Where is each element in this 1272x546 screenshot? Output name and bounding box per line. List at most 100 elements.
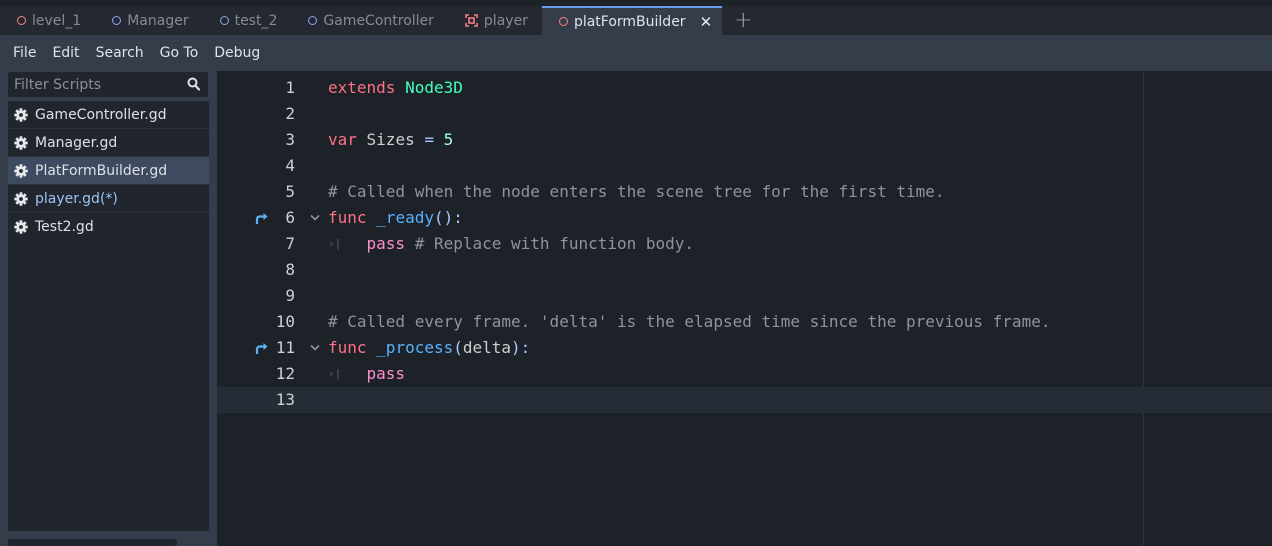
- scene-tab-label: platFormBuilder: [573, 13, 686, 30]
- code-text: func _ready():: [328, 205, 463, 231]
- code-token-cmt: # Called every frame. 'delta' is the ela…: [328, 312, 1051, 331]
- line-number: 13: [275, 390, 295, 409]
- code-line[interactable]: 3 var Sizes = 5: [217, 127, 1272, 153]
- scene-tab-manager[interactable]: Manager: [95, 6, 202, 35]
- code-token-sym: (: [453, 338, 463, 357]
- code-token-fn: _ready: [376, 208, 434, 227]
- gear-icon: [14, 163, 28, 178]
- code-token-fn: _process: [376, 338, 454, 357]
- code-token-plain: Sizes: [356, 130, 425, 149]
- menu-go-to[interactable]: Go To: [152, 45, 207, 61]
- filter-scripts-field[interactable]: [8, 72, 208, 97]
- method-override-icon[interactable]: [255, 211, 269, 225]
- code-editor[interactable]: 1 extends Node3D 2 3 var Sizes = 5 4 5 # Called…: [217, 71, 1272, 546]
- code-line[interactable]: 2: [217, 101, 1272, 127]
- gear-icon: [14, 135, 28, 150]
- code-line[interactable]: 1 extends Node3D: [217, 75, 1272, 101]
- script-list-item[interactable]: Test2.gd: [8, 213, 209, 241]
- script-list-item[interactable]: PlatFormBuilder.gd: [8, 157, 209, 185]
- line-number: 4: [285, 156, 295, 175]
- script-name: PlatFormBuilder.gd: [35, 162, 168, 179]
- scene-tab-level-1[interactable]: level_1: [0, 6, 95, 35]
- script-list-panel: GameController.gd Manager.gd PlatFormBuild…: [0, 71, 217, 546]
- script-list-item[interactable]: Manager.gd: [8, 129, 209, 157]
- menu-debug[interactable]: Debug: [206, 45, 268, 61]
- script-list-item[interactable]: GameController.gd: [8, 101, 209, 129]
- script-name: player.gd(*): [35, 190, 118, 207]
- code-line[interactable]: 4: [217, 153, 1272, 179]
- code-line[interactable]: 5 # Called when the node enters the scene…: [217, 179, 1272, 205]
- fold-arrow-icon[interactable]: [310, 344, 320, 351]
- menu-search[interactable]: Search: [88, 45, 152, 61]
- fold-arrow-icon[interactable]: [310, 214, 320, 221]
- code-line[interactable]: 8: [217, 257, 1272, 283]
- scene-tab-gamecontroller[interactable]: GameController: [291, 6, 448, 35]
- line-number: 12: [275, 364, 295, 383]
- method-override-icon[interactable]: [255, 341, 269, 355]
- line-number: 1: [285, 78, 295, 97]
- scene-tab-platformbuilder[interactable]: platFormBuilder ✕: [541, 6, 723, 35]
- script-list: GameController.gd Manager.gd PlatFormBuild…: [8, 101, 209, 531]
- scene-tab-label: test_2: [234, 12, 278, 29]
- scene-tab-player[interactable]: player: [448, 6, 542, 35]
- line-number: 5: [285, 182, 295, 201]
- scene-tab-test-2[interactable]: test_2: [203, 6, 292, 35]
- scene-ring-icon: [112, 16, 122, 25]
- line-number: 2: [285, 104, 295, 123]
- code-line[interactable]: 13: [217, 387, 1272, 413]
- script-list-item[interactable]: player.gd(*): [8, 185, 209, 213]
- code-token-type: Node3D: [405, 78, 463, 97]
- code-token-cmt: # Called when the node enters the scene …: [328, 182, 945, 201]
- scene-tab-label: level_1: [32, 12, 82, 29]
- code-line[interactable]: 10 # Called every frame. 'delta' is the e…: [217, 309, 1272, 335]
- code-text: # Called every frame. 'delta' is the ela…: [328, 309, 1050, 335]
- horizontal-scrollbar[interactable]: [8, 539, 177, 546]
- code-token-num: 5: [443, 130, 454, 149]
- gear-icon: [14, 220, 28, 234]
- code-text: pass # Replace with function body.: [328, 231, 695, 257]
- code-text: func _process(delta):: [328, 335, 530, 361]
- scene-tab-bar: level_1 Manager test_2 GameController player…: [0, 6, 1272, 35]
- script-name: Manager.gd: [35, 134, 118, 151]
- code-token-cmt: # Replace with function body.: [414, 234, 695, 253]
- code-token-kw: extends: [328, 78, 396, 97]
- close-tab-icon[interactable]: ✕: [700, 13, 713, 31]
- scene-tab-label: Manager: [127, 12, 189, 29]
- character-body-icon: [465, 14, 478, 27]
- gear-icon: [14, 191, 28, 206]
- code-token-sym: ):: [511, 338, 531, 357]
- code-text: pass: [328, 361, 406, 387]
- line-number: 7: [285, 234, 295, 253]
- code-token-kw: var: [328, 130, 357, 149]
- script-menu-bar: File Edit Search Go To Debug: [0, 35, 1272, 71]
- scene-ring-icon: [308, 16, 318, 25]
- code-text: extends Node3D: [328, 75, 463, 101]
- code-line[interactable]: 6 func _ready():: [217, 205, 1272, 231]
- menu-file[interactable]: File: [5, 45, 44, 61]
- scene-tab-label: player: [483, 12, 528, 29]
- menu-edit[interactable]: Edit: [44, 45, 87, 61]
- code-token-plain: delta: [462, 338, 512, 357]
- scene-tab-label: GameController: [323, 12, 434, 29]
- script-name: GameController.gd: [35, 106, 167, 123]
- line-number: 8: [285, 260, 295, 279]
- code-line[interactable]: 9: [217, 283, 1272, 309]
- add-scene-tab-button[interactable]: +: [722, 6, 764, 35]
- code-text: # Called when the node enters the scene …: [328, 179, 945, 205]
- code-token-pass: pass: [366, 364, 406, 383]
- filter-scripts-input[interactable]: [8, 72, 184, 97]
- code-line[interactable]: 12 ›| pass: [217, 361, 1272, 387]
- search-icon[interactable]: [187, 77, 200, 91]
- code-token-sym: =: [424, 130, 434, 149]
- code-line[interactable]: 7 ›| pass # Replace with function body.: [217, 231, 1272, 257]
- code-token-sym: ():: [433, 208, 463, 227]
- gear-icon: [14, 107, 28, 122]
- code-line[interactable]: 11 func _process(delta):: [217, 335, 1272, 361]
